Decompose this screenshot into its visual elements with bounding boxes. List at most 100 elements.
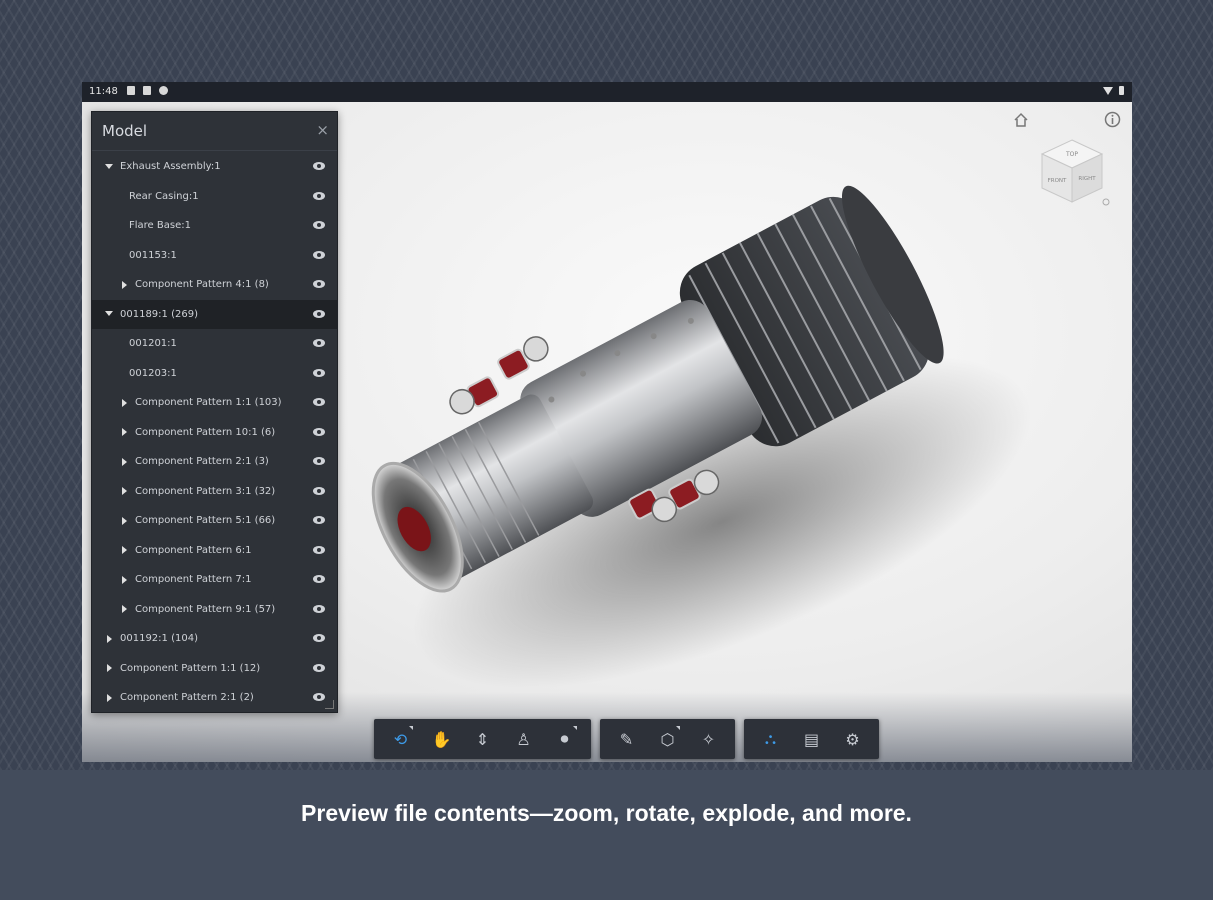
tree-row-label: Exhaust Assembly:1 bbox=[120, 161, 221, 173]
toolbar-group: ⟲ ✋ ⇕ ♙ ⏺ bbox=[374, 719, 591, 759]
expand-arrow-icon[interactable] bbox=[119, 516, 129, 526]
tree-row[interactable]: Component Pattern 3:1 (32) bbox=[92, 477, 337, 507]
expand-arrow-icon[interactable] bbox=[119, 427, 129, 437]
tree-row[interactable]: 001201:1 bbox=[92, 329, 337, 359]
tree-row-label: 001203:1 bbox=[129, 367, 177, 379]
tree-row-label: 001192:1 (104) bbox=[120, 633, 198, 645]
viewcube-top-label: TOP bbox=[1065, 151, 1078, 158]
tree-row[interactable]: Component Pattern 1:1 (103) bbox=[92, 388, 337, 418]
visibility-eye-icon[interactable] bbox=[313, 250, 325, 259]
orbit-button[interactable]: ⟲ bbox=[380, 719, 421, 759]
tree-row-label: Component Pattern 1:1 (12) bbox=[120, 662, 261, 674]
visibility-eye-icon[interactable] bbox=[313, 634, 325, 642]
battery-icon bbox=[1119, 86, 1124, 95]
tree-row[interactable]: 001203:1 bbox=[92, 359, 337, 389]
camera-button[interactable]: ⏺ bbox=[544, 719, 585, 759]
expand-arrow-icon[interactable] bbox=[119, 457, 129, 467]
walk-button[interactable]: ♙ bbox=[503, 719, 544, 759]
expand-arrow-icon[interactable] bbox=[119, 280, 129, 290]
device-screen: 11:48 TOP FRONT RIGHT Model × Exhaust As… bbox=[82, 82, 1132, 762]
visibility-eye-icon[interactable] bbox=[313, 604, 325, 613]
tree-row-label: Component Pattern 3:1 (32) bbox=[135, 485, 276, 497]
visibility-eye-icon[interactable] bbox=[313, 693, 325, 701]
expand-arrow-icon[interactable] bbox=[119, 398, 129, 408]
visibility-eye-icon[interactable] bbox=[313, 368, 325, 377]
tree-row-label: Flare Base:1 bbox=[129, 220, 191, 232]
toolbar-group: ⛬ ▤ ⚙ bbox=[744, 719, 879, 759]
explode-icon: ✧ bbox=[701, 729, 716, 749]
expand-arrow-icon[interactable] bbox=[119, 486, 129, 496]
viewcube-icon[interactable]: TOP FRONT RIGHT bbox=[1032, 132, 1112, 212]
submenu-corner-icon bbox=[676, 726, 680, 730]
tree-row[interactable]: Exhaust Assembly:1 bbox=[92, 152, 337, 182]
model-browser-panel: Model × Exhaust Assembly:1 Rear Casing:1 F… bbox=[91, 111, 338, 713]
settings-button[interactable]: ⚙ bbox=[832, 719, 873, 759]
status-time: 11:48 bbox=[89, 86, 118, 97]
tree-row[interactable]: Component Pattern 5:1 (66) bbox=[92, 506, 337, 536]
tree-row[interactable]: Component Pattern 4:1 (8) bbox=[92, 270, 337, 300]
tree-row[interactable]: Rear Casing:1 bbox=[92, 182, 337, 212]
tree-row[interactable]: Component Pattern 7:1 bbox=[92, 565, 337, 595]
tree-row[interactable]: Component Pattern 6:1 bbox=[92, 536, 337, 566]
visibility-eye-icon[interactable] bbox=[313, 457, 325, 465]
tree-row[interactable]: Component Pattern 1:1 (12) bbox=[92, 654, 337, 684]
hand-icon: ✋ bbox=[431, 729, 452, 749]
submenu-corner-icon bbox=[573, 726, 577, 730]
info-icon[interactable] bbox=[1104, 111, 1121, 128]
visibility-eye-icon[interactable] bbox=[313, 309, 325, 318]
measure-button[interactable]: ✎ bbox=[606, 719, 647, 759]
visibility-eye-icon[interactable] bbox=[313, 191, 325, 200]
visibility-eye-icon[interactable] bbox=[313, 221, 325, 229]
tree-row[interactable]: Component Pattern 2:1 (2) bbox=[92, 683, 337, 712]
pan-button[interactable]: ✋ bbox=[421, 719, 462, 759]
tree-row-label: Component Pattern 2:1 (3) bbox=[135, 456, 269, 468]
close-icon[interactable]: × bbox=[316, 121, 329, 139]
section-button[interactable]: ⬡ bbox=[647, 719, 688, 759]
tree-row[interactable]: Component Pattern 9:1 (57) bbox=[92, 595, 337, 625]
expand-arrow-icon[interactable] bbox=[104, 663, 114, 673]
gear-icon: ⚙ bbox=[845, 729, 860, 749]
section-cube-icon: ⬡ bbox=[660, 729, 675, 749]
visibility-eye-icon[interactable] bbox=[313, 575, 325, 583]
wifi-icon bbox=[1103, 86, 1113, 95]
tree-row-label: Component Pattern 2:1 (2) bbox=[120, 692, 254, 704]
expand-arrow-icon[interactable] bbox=[119, 604, 129, 614]
zoom-button[interactable]: ⇕ bbox=[462, 719, 503, 759]
tree-row-label: Component Pattern 1:1 (103) bbox=[135, 397, 282, 409]
expand-arrow-icon[interactable] bbox=[119, 545, 129, 555]
panel-header: Model × bbox=[92, 112, 337, 151]
tree-row-label: Rear Casing:1 bbox=[129, 190, 199, 202]
visibility-eye-icon[interactable] bbox=[313, 663, 325, 672]
model-browser-button[interactable]: ⛬ bbox=[750, 719, 791, 759]
viewcube-front-label: FRONT bbox=[1048, 178, 1067, 184]
caption-text: Preview file contents—zoom, rotate, expl… bbox=[301, 800, 912, 826]
home-icon[interactable] bbox=[1013, 112, 1029, 128]
resize-handle[interactable] bbox=[325, 700, 334, 709]
visibility-eye-icon[interactable] bbox=[313, 280, 325, 288]
tree-row[interactable]: Component Pattern 2:1 (3) bbox=[92, 447, 337, 477]
tree-row[interactable]: Flare Base:1 bbox=[92, 211, 337, 241]
visibility-eye-icon[interactable] bbox=[313, 427, 325, 436]
tree-row[interactable]: 001189:1 (269) bbox=[92, 299, 337, 329]
visibility-eye-icon[interactable] bbox=[313, 398, 325, 406]
properties-button[interactable]: ▤ bbox=[791, 719, 832, 759]
viewcube-right-label: RIGHT bbox=[1078, 176, 1096, 182]
tree-row[interactable]: 001153:1 bbox=[92, 241, 337, 271]
tree-row[interactable]: Component Pattern 10:1 (6) bbox=[92, 418, 337, 448]
collapse-arrow-icon[interactable] bbox=[104, 162, 114, 172]
visibility-eye-icon[interactable] bbox=[313, 339, 325, 347]
visibility-eye-icon[interactable] bbox=[313, 162, 325, 170]
expand-arrow-icon[interactable] bbox=[104, 693, 114, 703]
expand-arrow-icon[interactable] bbox=[104, 634, 114, 644]
hierarchy-icon: ⛬ bbox=[764, 729, 777, 748]
visibility-eye-icon[interactable] bbox=[313, 545, 325, 554]
collapse-arrow-icon[interactable] bbox=[104, 309, 114, 319]
tree-row[interactable]: 001192:1 (104) bbox=[92, 624, 337, 654]
expand-arrow-icon[interactable] bbox=[119, 575, 129, 585]
visibility-eye-icon[interactable] bbox=[313, 516, 325, 524]
explode-button[interactable]: ✧ bbox=[688, 719, 729, 759]
notification-icon bbox=[127, 86, 135, 95]
orbit-icon: ⟲ bbox=[393, 729, 408, 749]
tree-row-label: Component Pattern 5:1 (66) bbox=[135, 515, 276, 527]
visibility-eye-icon[interactable] bbox=[313, 486, 325, 495]
